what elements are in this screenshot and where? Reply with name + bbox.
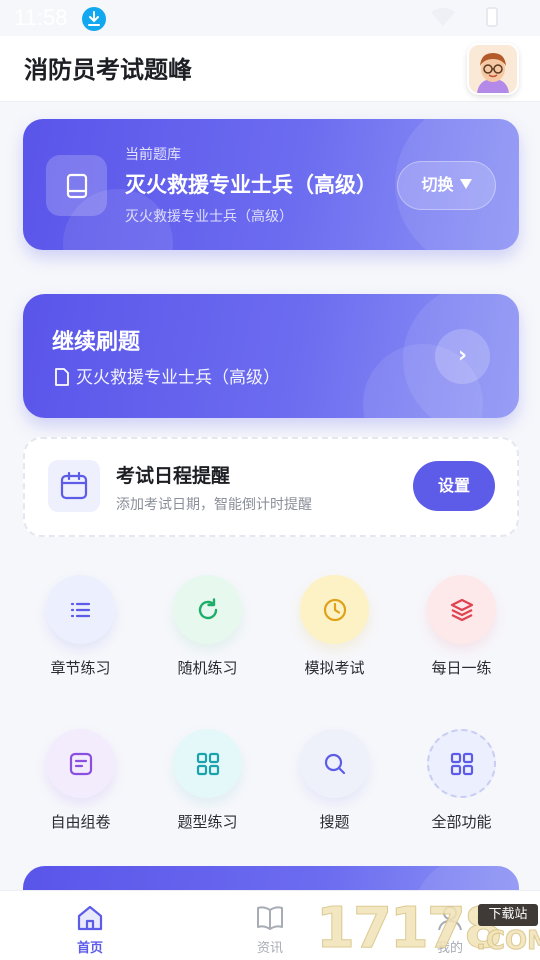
feature-all-functions[interactable]: 全部功能	[398, 729, 525, 839]
calendar-icon	[48, 460, 100, 512]
book-icon	[46, 155, 107, 216]
list-icon	[46, 575, 115, 644]
search-icon	[300, 729, 369, 798]
watermark-logo: 17178 下载站 .COM	[316, 896, 540, 960]
watermark-tag: 下载站	[478, 904, 538, 926]
feature-search-question[interactable]: 搜题	[271, 729, 398, 839]
feature-custom-paper[interactable]: 自由组卷	[17, 729, 144, 839]
feature-label: 题型练习	[177, 813, 238, 831]
continue-practice-card[interactable]: 继续刷题 灭火救援专业士兵（高级） ›	[23, 294, 519, 418]
feature-random-practice[interactable]: 随机练习	[144, 575, 271, 685]
feature-label: 每日一练	[431, 659, 492, 677]
battery-icon	[486, 7, 498, 27]
bank-label: 当前题库	[125, 147, 181, 163]
app-header: 消防员考试题峰	[0, 36, 540, 102]
apps-icon	[427, 729, 496, 798]
feature-daily-practice[interactable]: 每日一练	[398, 575, 525, 685]
watermark-domain: .COM	[476, 926, 540, 957]
refresh-icon	[173, 575, 242, 644]
bank-subtitle: 灭火救援专业士兵（高级）	[125, 209, 293, 225]
status-bar: 11:58	[0, 0, 540, 36]
exam-schedule-card: 考试日程提醒 添加考试日期，智能倒计时提醒 设置	[23, 437, 519, 537]
status-time: 11:58	[14, 5, 68, 30]
schedule-title: 考试日程提醒	[116, 465, 231, 487]
clock-icon	[300, 575, 369, 644]
nav-label: 资讯	[256, 941, 283, 956]
watermark-digits: 17178	[316, 896, 504, 960]
feature-label: 随机练习	[177, 659, 238, 677]
continue-arrow-button[interactable]: ›	[435, 329, 490, 384]
nav-label: 首页	[76, 941, 103, 956]
continue-subtitle: 灭火救援专业士兵（高级）	[54, 363, 280, 388]
continue-title: 继续刷题	[52, 330, 141, 355]
feature-chapter-practice[interactable]: 章节练习	[17, 575, 144, 685]
home-icon	[77, 905, 103, 931]
feature-label: 自由组卷	[50, 813, 111, 831]
book-open-icon	[257, 906, 283, 930]
wifi-icon	[430, 7, 456, 31]
nav-home[interactable]: 首页	[30, 891, 150, 960]
document-icon	[46, 729, 115, 798]
switch-bank-button[interactable]: 切换	[397, 161, 496, 210]
download-icon	[82, 7, 106, 31]
feature-label: 搜题	[319, 813, 350, 831]
schedule-set-button[interactable]: 设置	[413, 461, 495, 511]
layers-icon	[427, 575, 496, 644]
app-title: 消防员考试题峰	[24, 56, 192, 84]
dropdown-arrow-icon	[459, 179, 472, 189]
continue-subtitle-text: 灭火救援专业士兵（高级）	[76, 368, 280, 388]
feature-question-type[interactable]: 题型练习	[144, 729, 271, 839]
nav-news[interactable]: 资讯	[210, 891, 330, 960]
bank-title: 灭火救援专业士兵（高级）	[125, 173, 377, 197]
switch-label: 切换	[421, 175, 454, 194]
feature-mock-exam[interactable]: 模拟考试	[271, 575, 398, 685]
file-icon	[55, 368, 69, 386]
avatar[interactable]	[467, 43, 519, 95]
feature-label: 章节练习	[50, 659, 111, 677]
feature-label: 模拟考试	[304, 659, 365, 677]
feature-label: 全部功能	[431, 813, 492, 831]
current-bank-card[interactable]: 当前题库 灭火救援专业士兵（高级） 灭火救援专业士兵（高级） 切换	[23, 119, 519, 250]
schedule-subtitle: 添加考试日期，智能倒计时提醒	[116, 497, 312, 513]
grid-icon	[173, 729, 242, 798]
